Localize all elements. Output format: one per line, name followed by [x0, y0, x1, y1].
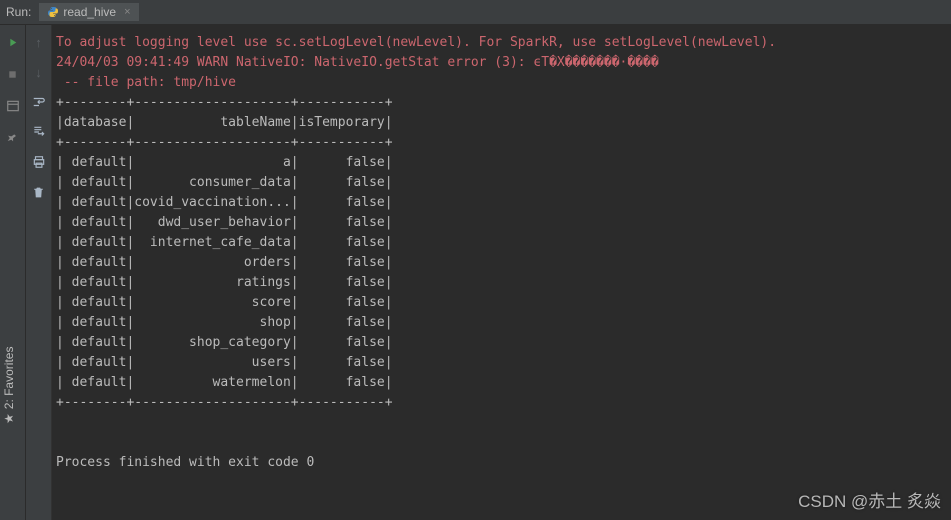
run-toolwindow-header: Run: read_hive ×: [0, 0, 951, 25]
blank-line: [56, 433, 943, 453]
log-line: -- file path: tmp/hive: [56, 73, 943, 93]
close-icon[interactable]: ×: [124, 6, 130, 18]
print-icon[interactable]: [26, 153, 52, 171]
scroll-to-end-icon[interactable]: [26, 123, 52, 141]
log-line: 24/04/03 09:41:49 WARN NativeIO: NativeI…: [56, 53, 943, 73]
run-gutter-left: [0, 25, 26, 520]
up-arrow-icon[interactable]: ↑: [26, 33, 52, 51]
run-label: Run:: [6, 5, 31, 19]
watermark: CSDN @赤土 炙焱: [798, 487, 941, 512]
table-row: | default|covid_vaccination...| false|: [56, 193, 943, 213]
table-row: | default| orders| false|: [56, 253, 943, 273]
table-row: | default| shop| false|: [56, 313, 943, 333]
content-wrap: ↑ ↓ To adjust logging level use sc.setLo…: [0, 25, 951, 520]
table-row: | default| a| false|: [56, 153, 943, 173]
layout-icon[interactable]: [0, 97, 26, 115]
pin-icon[interactable]: [0, 129, 26, 147]
python-file-icon: [47, 6, 59, 18]
table-border: +--------+--------------------+---------…: [56, 393, 943, 413]
table-row: | default| watermelon| false|: [56, 373, 943, 393]
run-gutter-right: ↑ ↓: [26, 25, 52, 520]
table-row: | default| internet_cafe_data| false|: [56, 233, 943, 253]
run-tab-label: read_hive: [63, 5, 116, 19]
trash-icon[interactable]: [26, 183, 52, 201]
table-header: |database| tableName|isTemporary|: [56, 113, 943, 133]
rerun-icon[interactable]: [0, 33, 26, 51]
stop-icon[interactable]: [0, 65, 26, 83]
soft-wrap-icon[interactable]: [26, 93, 52, 111]
favorites-toolwindow-tab[interactable]: ★ 2: Favorites: [0, 341, 18, 430]
table-rows: | default| a| false|| default| consumer_…: [56, 153, 943, 393]
table-row: | default| ratings| false|: [56, 273, 943, 293]
console-output[interactable]: To adjust logging level use sc.setLogLev…: [52, 25, 951, 520]
table-border: +--------+--------------------+---------…: [56, 93, 943, 113]
run-tab[interactable]: read_hive ×: [39, 3, 138, 21]
down-arrow-icon[interactable]: ↓: [26, 63, 52, 81]
table-row: | default| consumer_data| false|: [56, 173, 943, 193]
table-border: +--------+--------------------+---------…: [56, 133, 943, 153]
exit-line: Process finished with exit code 0: [56, 453, 943, 473]
star-icon: ★: [2, 413, 16, 424]
table-row: | default| dwd_user_behavior| false|: [56, 213, 943, 233]
table-row: | default| shop_category| false|: [56, 333, 943, 353]
blank-line: [56, 413, 943, 433]
table-row: | default| users| false|: [56, 353, 943, 373]
log-line: To adjust logging level use sc.setLogLev…: [56, 33, 943, 53]
favorites-label: 2: Favorites: [2, 347, 16, 410]
table-row: | default| score| false|: [56, 293, 943, 313]
